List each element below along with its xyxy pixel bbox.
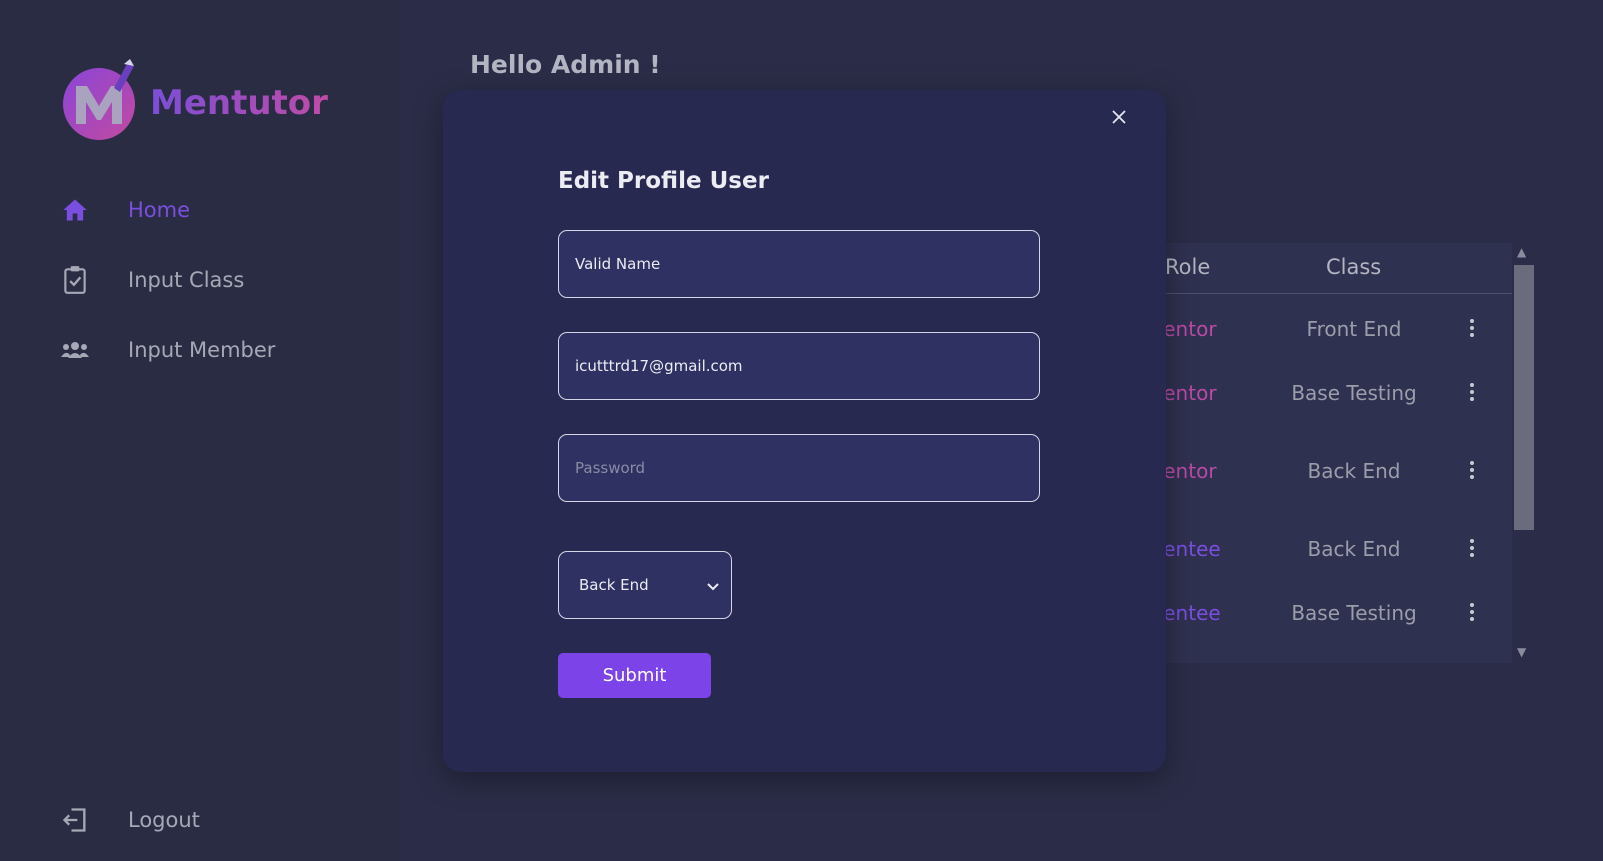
sidebar-item-label: Input Member	[128, 338, 276, 362]
row-menu-icon[interactable]	[1466, 383, 1478, 401]
logo-icon	[62, 58, 138, 142]
cell-class: Front End	[1306, 317, 1402, 341]
cell-class: Base Testing	[1291, 381, 1417, 405]
class-select-value: Back End	[579, 576, 649, 594]
cell-class: Back End	[1307, 459, 1401, 483]
app-name: Mentutor	[150, 83, 328, 123]
users-icon	[60, 335, 90, 365]
row-menu-icon[interactable]	[1466, 603, 1478, 621]
cell-class: Back End	[1307, 537, 1401, 561]
scroll-down-icon[interactable]: ▼	[1517, 645, 1526, 659]
clipboard-check-icon	[60, 265, 90, 295]
name-field[interactable]	[558, 230, 1040, 298]
sidebar-item-input-member[interactable]: Input Member	[60, 335, 275, 365]
cell-class: Base Testing	[1291, 601, 1417, 625]
modal-title: Edit Profile User	[558, 168, 769, 194]
logout-button[interactable]: Logout	[60, 805, 200, 835]
column-header-role: Role	[1165, 255, 1211, 279]
column-header-class: Class	[1326, 255, 1382, 279]
close-icon[interactable]	[1106, 104, 1132, 130]
scroll-up-icon[interactable]: ▲	[1517, 245, 1526, 259]
email-field[interactable]	[558, 332, 1040, 400]
row-menu-icon[interactable]	[1466, 319, 1478, 337]
password-field[interactable]	[558, 434, 1040, 502]
app-logo[interactable]: Mentutor	[62, 58, 328, 142]
sidebar-item-input-class[interactable]: Input Class	[60, 265, 244, 295]
sidebar-item-label: Input Class	[128, 268, 245, 292]
edit-profile-modal: Edit Profile User Back End Submit	[443, 90, 1166, 772]
logout-label: Logout	[128, 808, 200, 832]
logout-icon	[60, 805, 90, 835]
chevron-down-icon	[707, 576, 719, 595]
sidebar-item-home[interactable]: Home	[60, 195, 190, 225]
submit-button[interactable]: Submit	[558, 653, 711, 698]
home-icon	[60, 195, 90, 225]
row-menu-icon[interactable]	[1466, 461, 1478, 479]
table-scrollbar[interactable]: ▲ ▼	[1512, 243, 1534, 663]
page-title: Hello Admin !	[470, 50, 661, 79]
scroll-thumb[interactable]	[1514, 265, 1534, 530]
sidebar: Mentutor Home Input Class Input Member L…	[0, 0, 400, 861]
sidebar-item-label: Home	[128, 198, 191, 222]
class-select[interactable]: Back End	[558, 551, 732, 619]
row-menu-icon[interactable]	[1466, 539, 1478, 557]
